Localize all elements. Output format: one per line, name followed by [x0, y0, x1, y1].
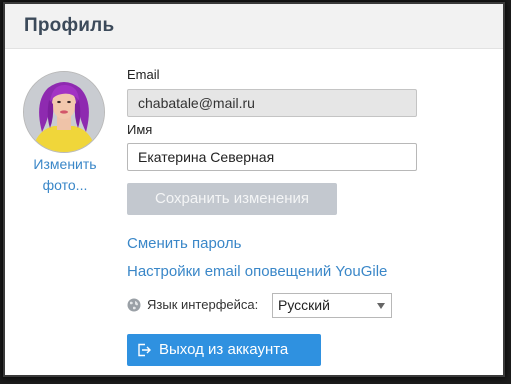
chevron-down-icon: [377, 303, 385, 309]
avatar-image: [24, 72, 104, 152]
logout-label: Выход из аккаунта: [159, 341, 289, 358]
notification-settings-link[interactable]: Настройки email оповещений YouGile: [127, 263, 387, 280]
name-label: Имя: [127, 122, 153, 137]
language-row: Язык интерфейса: Русский: [127, 293, 397, 318]
change-photo-link[interactable]: Изменить фото...: [25, 154, 105, 196]
profile-header: Профиль: [5, 4, 503, 49]
logout-icon: [138, 343, 151, 357]
save-button[interactable]: Сохранить изменения: [127, 183, 337, 215]
logout-button[interactable]: Выход из аккаунта: [127, 334, 321, 366]
email-label: Email: [127, 67, 160, 82]
change-password-link[interactable]: Сменить пароль: [127, 235, 241, 252]
language-label: Язык интерфейса:: [147, 297, 259, 312]
profile-window: Профиль Изменить фото... Email Имя: [5, 4, 503, 375]
avatar[interactable]: [23, 71, 105, 153]
globe-icon: [127, 298, 141, 312]
page-title: Профиль: [24, 15, 115, 36]
language-selected-value: Русский: [278, 297, 330, 313]
name-field[interactable]: [127, 143, 417, 171]
language-select[interactable]: Русский: [272, 293, 392, 318]
email-field[interactable]: [127, 89, 417, 117]
